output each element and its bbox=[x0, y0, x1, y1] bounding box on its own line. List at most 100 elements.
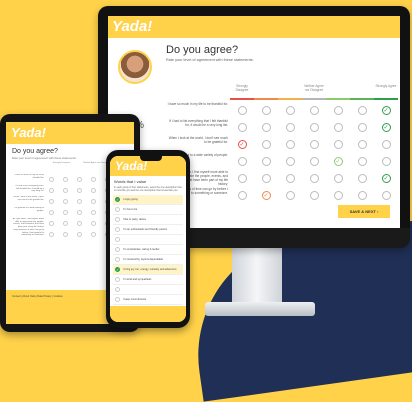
radio-button[interactable] bbox=[115, 287, 120, 292]
radio-button[interactable] bbox=[237, 191, 247, 200]
radio-button[interactable] bbox=[115, 297, 120, 302]
tablet-statement-text: If I had to list everything that I felt … bbox=[15, 185, 44, 193]
radio-button[interactable] bbox=[115, 207, 120, 212]
radio-button[interactable] bbox=[309, 140, 319, 149]
radio-button[interactable] bbox=[357, 157, 367, 166]
list-item[interactable] bbox=[113, 285, 183, 295]
radio-button[interactable] bbox=[261, 174, 271, 183]
radio-button[interactable] bbox=[261, 157, 271, 166]
radio-button[interactable]: ✓ bbox=[237, 140, 247, 149]
radio-button[interactable] bbox=[357, 140, 367, 149]
radio-button[interactable] bbox=[237, 157, 247, 166]
radio-button[interactable] bbox=[333, 140, 343, 149]
brand-logo[interactable]: Yada! bbox=[108, 16, 158, 38]
list-item[interactable] bbox=[113, 235, 183, 245]
radio-button[interactable] bbox=[237, 106, 247, 115]
list-item[interactable]: I'm considerate, caring & tender bbox=[113, 245, 183, 255]
radio-button[interactable]: ✓ bbox=[381, 174, 391, 183]
radio-button[interactable] bbox=[381, 191, 391, 200]
radio-button[interactable] bbox=[309, 123, 319, 132]
phone-brand-logo[interactable]: Yada! bbox=[115, 159, 147, 173]
radio-button[interactable] bbox=[237, 174, 247, 183]
radio-button[interactable] bbox=[48, 221, 54, 226]
radio-button[interactable] bbox=[285, 123, 295, 132]
radio-button[interactable] bbox=[62, 221, 68, 226]
radio-button[interactable] bbox=[357, 123, 367, 132]
radio-button[interactable] bbox=[115, 237, 120, 242]
radio-button[interactable] bbox=[48, 199, 54, 204]
radio-button[interactable] bbox=[309, 106, 319, 115]
check-icon[interactable]: ✓ bbox=[115, 267, 120, 272]
radio-button[interactable] bbox=[48, 188, 54, 193]
tablet-statement-text: Long amounts of time can go by before I … bbox=[12, 229, 44, 237]
radio-button[interactable] bbox=[261, 123, 271, 132]
radio-button[interactable] bbox=[90, 188, 96, 193]
radio-button[interactable] bbox=[309, 157, 319, 166]
radio-button[interactable] bbox=[357, 191, 367, 200]
radio-button[interactable] bbox=[261, 106, 271, 115]
list-item[interactable]: I'm kind and sympathetic bbox=[113, 275, 183, 285]
tablet-brand-logo[interactable]: Yada! bbox=[11, 125, 46, 140]
radio-button[interactable] bbox=[381, 140, 391, 149]
likert-cell bbox=[302, 106, 326, 115]
radio-button[interactable] bbox=[115, 277, 120, 282]
tablet-statement-text: When I look at the world, I don't see mu… bbox=[13, 196, 44, 201]
save-next-button[interactable]: SAVE & NEXT › bbox=[338, 205, 390, 218]
tablet-footer-links[interactable]: Contact | About Yada | Data Privacy | Co… bbox=[12, 295, 63, 298]
radio-button[interactable]: ✓ bbox=[381, 106, 391, 115]
radio-button[interactable] bbox=[285, 140, 295, 149]
list-item[interactable]: ✓ I bring joy, fun, energy, curiosity and… bbox=[113, 265, 183, 275]
radio-button[interactable] bbox=[285, 106, 295, 115]
radio-button[interactable] bbox=[76, 177, 82, 182]
radio-button[interactable] bbox=[48, 177, 54, 182]
radio-button[interactable] bbox=[285, 174, 295, 183]
radio-button[interactable] bbox=[237, 123, 247, 132]
list-item[interactable]: I'm an enthusiastic and friendly person bbox=[113, 225, 183, 235]
radio-button[interactable] bbox=[76, 232, 82, 237]
radio-button[interactable] bbox=[333, 106, 343, 115]
radio-button[interactable] bbox=[333, 174, 343, 183]
radio-button[interactable] bbox=[115, 257, 120, 262]
radio-button[interactable] bbox=[90, 177, 96, 182]
radio-button[interactable] bbox=[381, 157, 391, 166]
radio-button[interactable] bbox=[76, 221, 82, 226]
radio-button[interactable] bbox=[115, 247, 120, 252]
radio-button[interactable] bbox=[90, 221, 96, 226]
radio-button[interactable] bbox=[48, 232, 54, 237]
radio-button[interactable] bbox=[333, 191, 343, 200]
radio-button[interactable] bbox=[115, 217, 120, 222]
radio-button[interactable] bbox=[115, 227, 120, 232]
radio-button[interactable] bbox=[285, 157, 295, 166]
radio-button[interactable]: ✓ bbox=[333, 157, 343, 166]
radio-button[interactable] bbox=[309, 191, 319, 200]
list-item[interactable]: ✓ I enjoy going bbox=[113, 195, 183, 205]
list-item[interactable]: I'm trustworthy, loyal & dependable bbox=[113, 255, 183, 265]
list-item[interactable]: I'm fun to be bbox=[113, 205, 183, 215]
radio-button[interactable] bbox=[62, 199, 68, 204]
radio-button[interactable] bbox=[285, 191, 295, 200]
radio-button[interactable] bbox=[76, 210, 82, 215]
radio-button[interactable] bbox=[357, 106, 367, 115]
radio-button[interactable]: ✓ bbox=[261, 191, 271, 200]
check-icon[interactable]: ✓ bbox=[115, 197, 120, 202]
radio-button[interactable] bbox=[76, 199, 82, 204]
radio-button[interactable] bbox=[48, 210, 54, 215]
likert-cell bbox=[374, 191, 398, 200]
radio-button[interactable] bbox=[261, 140, 271, 149]
radio-button[interactable] bbox=[62, 232, 68, 237]
radio-button[interactable] bbox=[62, 177, 68, 182]
radio-button[interactable] bbox=[62, 210, 68, 215]
radio-button[interactable] bbox=[309, 174, 319, 183]
radio-button[interactable] bbox=[333, 123, 343, 132]
list-item[interactable]: I like to party, dance bbox=[113, 215, 183, 225]
radio-button[interactable] bbox=[62, 188, 68, 193]
likert-cell bbox=[302, 191, 326, 200]
list-item[interactable]: I keep commitments bbox=[113, 295, 183, 305]
radio-button[interactable] bbox=[90, 199, 96, 204]
radio-button[interactable]: ✓ bbox=[381, 123, 391, 132]
radio-button[interactable] bbox=[90, 210, 96, 215]
radio-button[interactable] bbox=[76, 188, 82, 193]
tablet-likert-row bbox=[44, 185, 114, 196]
radio-button[interactable] bbox=[357, 174, 367, 183]
radio-button[interactable] bbox=[90, 232, 96, 237]
